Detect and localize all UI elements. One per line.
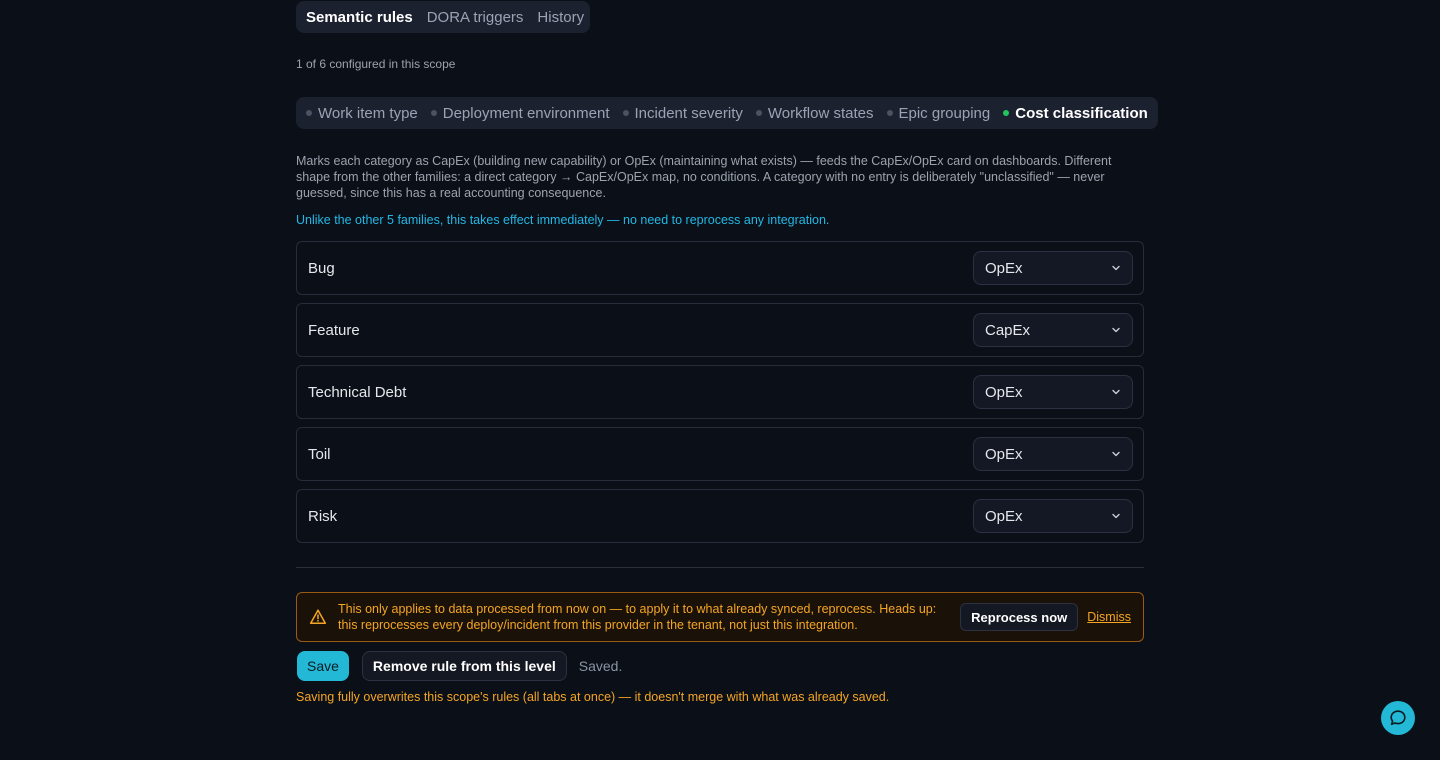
select-value: CapEx [985,321,1031,339]
chat-button[interactable] [1381,701,1415,735]
family-tab-label: Deployment environment [442,104,610,122]
remove-rule-button[interactable]: Remove rule from this level [361,651,567,681]
save-status: Saved. [578,658,623,674]
scope-count: 1 of 6 configured in this scope [296,57,456,71]
category-label: Technical Debt [308,383,407,401]
warning-text: This only applies to data processed from… [338,602,937,632]
select-value: OpEx [985,259,1023,277]
family-tab-label: Epic grouping [898,104,991,122]
chevron-down-icon [1112,327,1120,333]
cost-type-select[interactable]: OpEx [973,375,1133,409]
category-list: Bug OpEx Feature CapEx Technical Debt Op… [296,241,1144,551]
category-row-toil: Toil OpEx [296,427,1144,481]
category-row-feature: Feature CapEx [296,303,1144,357]
status-dot [430,110,437,116]
chevron-down-icon [1112,513,1120,519]
family-tabs: Work item type Deployment environment In… [296,97,1158,129]
family-tab-workflow-states[interactable]: Workflow states [755,104,874,122]
family-tab-deployment-environment[interactable]: Deployment environment [430,104,610,122]
chat-bubble-icon [1390,710,1406,726]
chevron-down-icon [1112,451,1120,457]
family-tab-epic-grouping[interactable]: Epic grouping [886,104,991,122]
status-dot [306,110,312,116]
save-button[interactable]: Save [297,651,349,681]
status-dot [755,110,762,116]
select-value: OpEx [985,507,1023,525]
divider [296,567,1144,568]
category-label: Bug [308,259,335,277]
overwrite-warning: Saving fully overwrites this scope's rul… [296,690,890,704]
cost-type-select[interactable]: CapEx [973,313,1133,347]
category-label: Toil [308,445,331,463]
tab-history[interactable]: History [537,9,584,26]
status-dot [886,110,893,116]
chevron-down-icon [1112,265,1120,271]
cost-type-select[interactable]: OpEx [973,251,1133,285]
tab-dora-triggers[interactable]: DORA triggers [427,9,524,26]
cost-type-select[interactable]: OpEx [973,499,1133,533]
form-actions: Save Remove rule from this level Saved. [297,651,622,681]
select-value: OpEx [985,383,1023,401]
category-row-bug: Bug OpEx [296,241,1144,295]
chevron-down-icon [1112,389,1120,395]
family-tab-label: Workflow states [767,104,874,122]
category-row-technical-debt: Technical Debt OpEx [296,365,1144,419]
family-tab-label: Incident severity [634,104,743,122]
select-value: OpEx [985,445,1023,463]
category-label: Risk [308,507,338,525]
cost-type-select[interactable]: OpEx [973,437,1133,471]
dismiss-link[interactable]: Dismiss [1087,610,1131,624]
status-dot [622,110,629,116]
warning-triangle-icon [309,609,327,624]
status-dot-active [1003,110,1010,116]
immediate-effect-note: Unlike the other 5 families, this takes … [296,213,830,227]
family-tab-work-item-type[interactable]: Work item type [306,105,418,122]
family-tab-label: Cost classification [1015,104,1148,122]
family-tab-cost-classification[interactable]: Cost classification [1003,105,1148,122]
reprocess-now-button[interactable]: Reprocess now [960,603,1079,631]
category-label: Feature [308,321,360,339]
family-description: Marks each category as CapEx (building n… [296,154,1112,200]
family-tab-incident-severity[interactable]: Incident severity [622,104,743,122]
top-tabs: Semantic rules DORA triggers History [296,1,591,33]
reprocess-warning-banner: This only applies to data processed from… [296,592,1144,642]
tab-semantic-rules[interactable]: Semantic rules [306,9,413,26]
category-row-risk: Risk OpEx [296,489,1144,543]
family-tab-label: Work item type [318,104,418,122]
